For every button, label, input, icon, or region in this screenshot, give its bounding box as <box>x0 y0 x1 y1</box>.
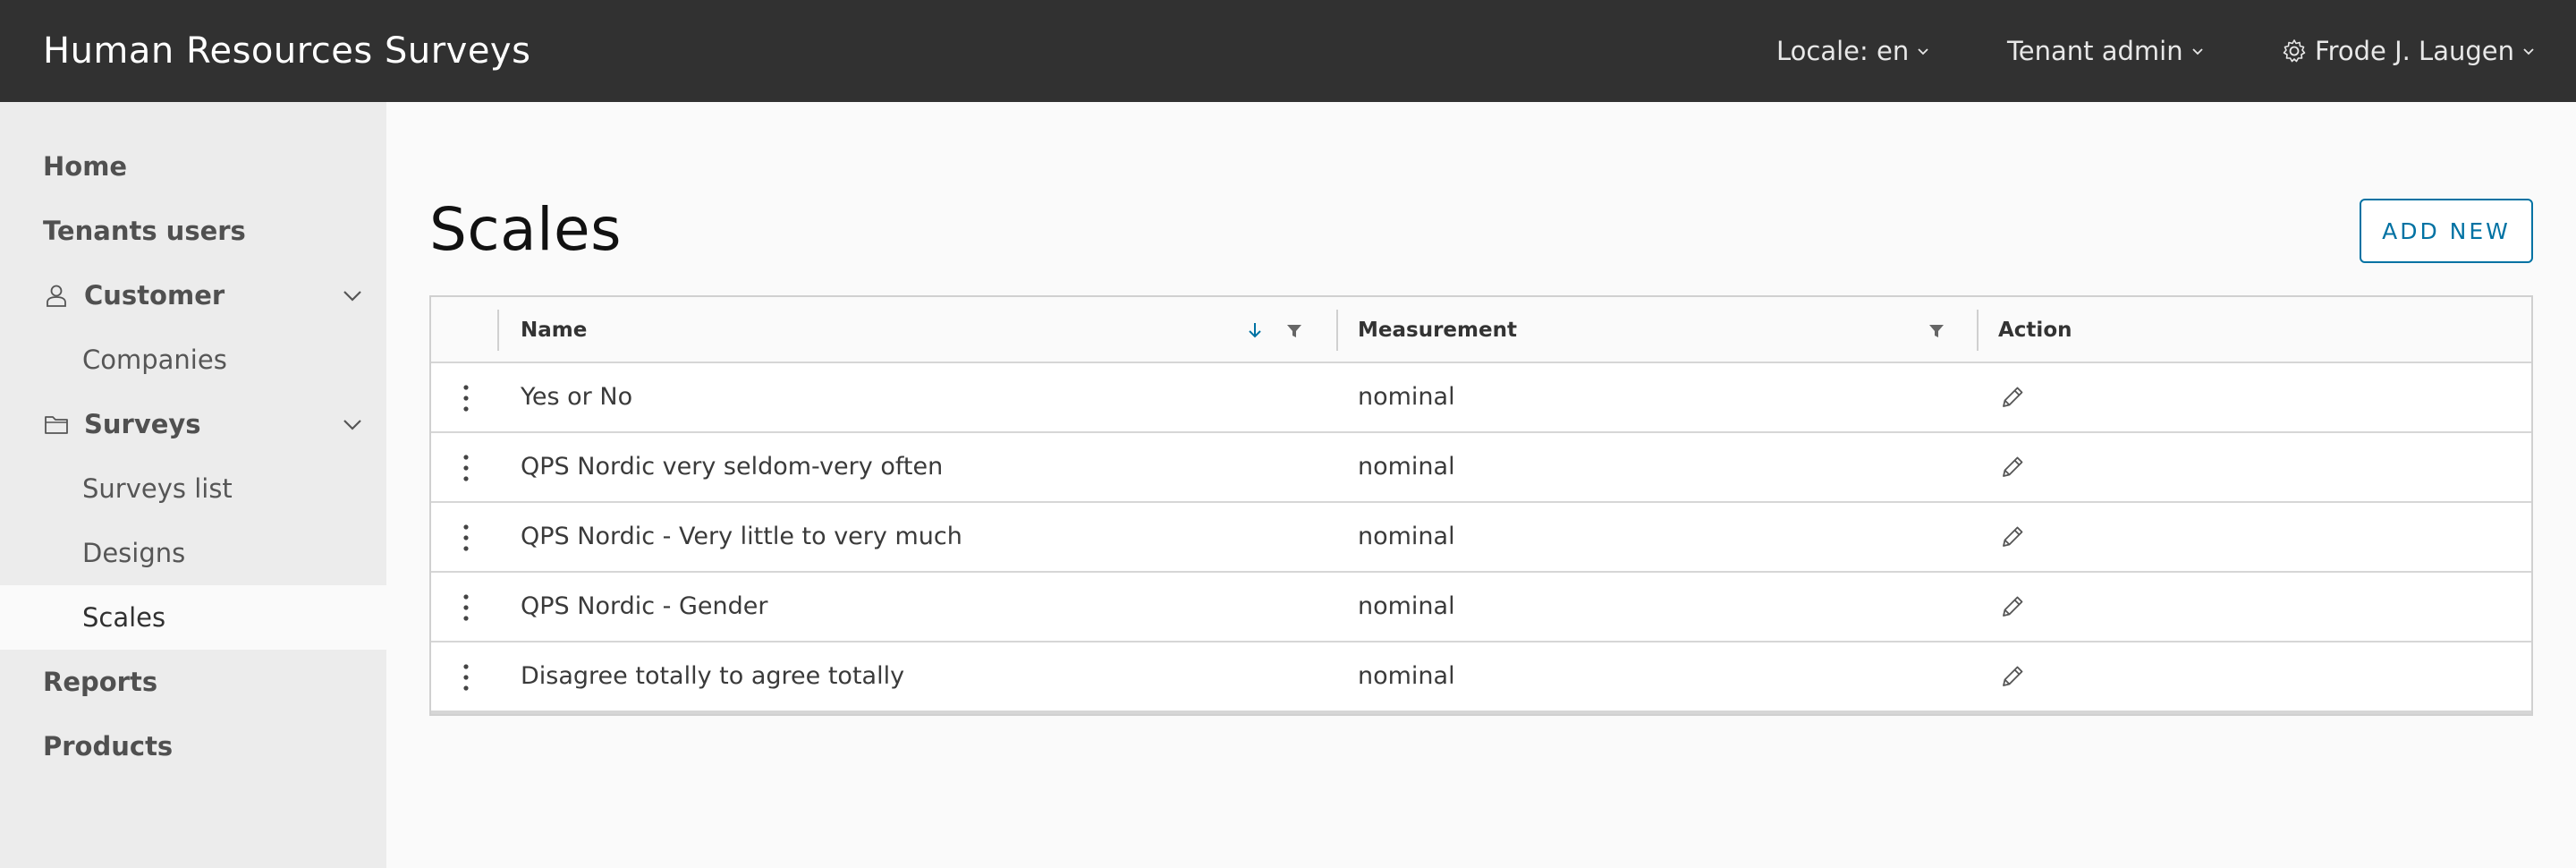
row-actions-icon[interactable] <box>462 592 470 623</box>
cell-measurement: nominal <box>1358 452 1455 481</box>
sidebar-item-label: Tenants users <box>43 216 246 246</box>
table-row[interactable]: QPS Nordic - Very little to very much no… <box>431 503 2531 573</box>
folder-icon <box>43 411 70 438</box>
pencil-icon[interactable] <box>1998 383 2027 412</box>
sidebar-item-surveys[interactable]: Surveys <box>0 392 386 456</box>
sidebar-item-label: Scales <box>82 602 166 633</box>
sidebar-item-label: Surveys <box>84 409 201 439</box>
sidebar-item-label: Reports <box>43 667 158 697</box>
sidebar-item-label: Designs <box>82 538 186 568</box>
cell-name: Disagree totally to agree totally <box>521 661 905 690</box>
cell-measurement: nominal <box>1358 382 1455 411</box>
locale-label: Locale: en <box>1776 36 1910 66</box>
cell-name: QPS Nordic - Gender <box>521 591 768 620</box>
chevron-down-icon <box>1916 44 1930 58</box>
chevron-down-icon <box>2190 44 2205 58</box>
cell-measurement: nominal <box>1358 661 1455 690</box>
sidebar-item-label: Surveys list <box>82 473 233 504</box>
scales-datagrid: Name Measurement Action Yes or No nomina… <box>429 295 2533 716</box>
chevron-down-icon[interactable] <box>340 412 365 437</box>
sidebar-item-home[interactable]: Home <box>0 134 386 199</box>
column-divider <box>497 310 499 351</box>
table-row[interactable]: Yes or No nominal <box>431 363 2531 433</box>
sidebar-item-companies[interactable]: Companies <box>0 328 386 392</box>
chevron-down-icon <box>2521 44 2536 58</box>
sidebar-item-designs[interactable]: Designs <box>0 521 386 585</box>
gear-icon <box>2281 38 2308 64</box>
locale-dropdown[interactable]: Locale: en <box>1776 0 1930 102</box>
cell-name: Yes or No <box>521 382 633 411</box>
sidebar-item-scales[interactable]: Scales <box>0 585 386 650</box>
sidebar-item-tenants-users[interactable]: Tenants users <box>0 199 386 263</box>
filter-icon[interactable] <box>1927 321 1946 341</box>
chevron-down-icon[interactable] <box>340 283 365 308</box>
column-divider <box>1336 310 1338 351</box>
sidebar-item-customer[interactable]: Customer <box>0 263 386 328</box>
app-title[interactable]: Human Resources Surveys <box>43 0 530 102</box>
pencil-icon[interactable] <box>1998 592 2027 621</box>
filter-icon[interactable] <box>1284 321 1304 341</box>
cell-name: QPS Nordic - Very little to very much <box>521 522 962 550</box>
row-actions-icon[interactable] <box>462 523 470 553</box>
pencil-icon[interactable] <box>1998 453 2027 481</box>
person-icon <box>43 282 70 309</box>
cell-measurement: nominal <box>1358 591 1455 620</box>
sidebar-nav: Home Tenants users Customer Companies Su… <box>0 102 386 868</box>
app-header: Human Resources Surveys Locale: en Tenan… <box>0 0 2576 102</box>
cell-measurement: nominal <box>1358 522 1455 550</box>
sidebar-item-label: Companies <box>82 345 227 375</box>
pencil-icon[interactable] <box>1998 523 2027 551</box>
sidebar-item-products[interactable]: Products <box>0 714 386 779</box>
table-row[interactable]: QPS Nordic very seldom-very often nomina… <box>431 433 2531 503</box>
row-actions-icon[interactable] <box>462 453 470 483</box>
column-header-name[interactable]: Name <box>521 297 587 363</box>
sidebar-item-surveys-list[interactable]: Surveys list <box>0 456 386 521</box>
row-actions-icon[interactable] <box>462 662 470 693</box>
table-footer-divider <box>431 711 2531 714</box>
sort-descending-icon[interactable] <box>1245 320 1265 340</box>
table-row[interactable]: Disagree totally to agree totally nomina… <box>431 642 2531 712</box>
sidebar-item-label: Home <box>43 151 128 182</box>
table-header: Name Measurement Action <box>431 297 2531 363</box>
add-new-button[interactable]: ADD NEW <box>2360 199 2533 263</box>
user-menu[interactable]: Frode J. Laugen <box>2281 0 2536 102</box>
user-name: Frode J. Laugen <box>2315 36 2514 66</box>
sidebar-item-label: Customer <box>84 280 225 311</box>
tenant-dropdown[interactable]: Tenant admin <box>2007 0 2205 102</box>
row-actions-icon[interactable] <box>462 383 470 413</box>
table-row[interactable]: QPS Nordic - Gender nominal <box>431 573 2531 642</box>
page-title: Scales <box>429 195 622 264</box>
sidebar-item-reports[interactable]: Reports <box>0 650 386 714</box>
pencil-icon[interactable] <box>1998 662 2027 691</box>
column-header-action: Action <box>1998 319 2072 342</box>
cell-name: QPS Nordic very seldom-very often <box>521 452 944 481</box>
column-divider <box>1977 310 1979 351</box>
sidebar-item-label: Products <box>43 731 174 762</box>
column-header-measurement[interactable]: Measurement <box>1358 297 1517 363</box>
tenant-label: Tenant admin <box>2007 36 2183 66</box>
